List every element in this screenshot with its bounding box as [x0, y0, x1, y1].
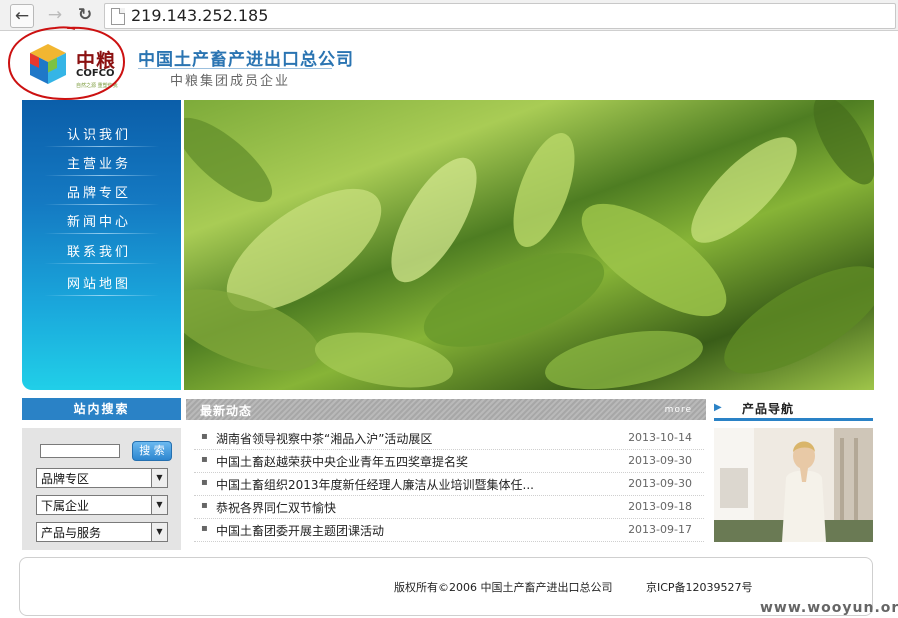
bullet-icon: ▪ — [201, 431, 208, 442]
news-item-date: 2013-09-30 — [628, 477, 692, 490]
menu-item-label: 网站地图 — [67, 277, 132, 292]
subsidiary-select[interactable]: 下属企业 ▼ — [36, 495, 168, 515]
site-search-header: 站内搜索 — [22, 398, 181, 420]
main-menu: 认识我们 主营业务 品牌专区 新闻中心 联系我们 网站地图 — [22, 100, 181, 390]
company-subtitle: 中粮集团成员企业 — [170, 74, 291, 89]
bullet-icon: ▪ — [201, 523, 208, 534]
news-more-link[interactable]: more — [665, 405, 692, 415]
address-bar[interactable]: 219.143.252.185 — [104, 3, 896, 29]
dropdown-arrow-icon[interactable]: ▼ — [151, 496, 167, 514]
watermark: www.wooyun.org — [760, 600, 898, 616]
company-name: 中国土产畜产进出口总公司 — [138, 50, 354, 70]
tea-leaves-banner — [184, 100, 874, 390]
news-item-date: 2013-09-17 — [628, 523, 692, 536]
menu-item-news[interactable]: 新闻中心 — [22, 205, 181, 234]
footer: 版权所有©2006 中国土产畜产进出口总公司 京ICP备12039527号 — [19, 557, 873, 616]
news-item-date: 2013-09-30 — [628, 454, 692, 467]
news-item-title[interactable]: 中国土畜组织2013年度新任经理人廉洁从业培训暨集体任... — [216, 476, 534, 493]
red-annotation-circle — [7, 26, 126, 101]
menu-item-sitemap[interactable]: 网站地图 — [22, 267, 181, 296]
search-input[interactable] — [40, 444, 120, 458]
bullet-icon: ▪ — [201, 454, 208, 465]
news-header: 最新动态 more — [186, 399, 706, 420]
news-item-title[interactable]: 恭祝各界同仁双节愉快 — [216, 499, 336, 516]
bullet-icon: ▪ — [201, 477, 208, 488]
bullet-icon: ▪ — [201, 500, 208, 511]
menu-item-contact[interactable]: 联系我们 — [22, 235, 181, 264]
menu-divider — [44, 295, 159, 296]
copyright-text: 版权所有©2006 中国土产畜产进出口总公司 — [394, 581, 613, 594]
arrow-right-icon: ▶ — [714, 402, 722, 413]
menu-divider — [44, 233, 159, 234]
icp-license[interactable]: 京ICP备12039527号 — [646, 579, 753, 595]
news-item[interactable]: ▪ 湖南省领导视察中茶“湘品入沪”活动展区 2013-10-14 — [194, 427, 704, 450]
menu-item-label: 新闻中心 — [67, 215, 132, 230]
menu-divider — [44, 263, 159, 264]
products-services-select[interactable]: 产品与服务 ▼ — [36, 522, 168, 542]
woman-photo-illustration — [714, 428, 873, 542]
tea-leaf-illustration — [184, 100, 874, 390]
product-photo[interactable] — [714, 428, 873, 542]
news-item[interactable]: ▪ 恭祝各界同仁双节愉快 2013-09-18 — [194, 496, 704, 519]
menu-item-label: 认识我们 — [67, 128, 132, 143]
select-value: 产品与服务 — [41, 526, 102, 540]
menu-item-label: 品牌专区 — [67, 186, 132, 201]
menu-item-label: 联系我们 — [67, 245, 132, 260]
news-item-title[interactable]: 中国土畜团委开展主题团课活动 — [216, 522, 384, 539]
news-item[interactable]: ▪ 中国土畜组织2013年度新任经理人廉洁从业培训暨集体任... 2013-09-3… — [194, 473, 704, 496]
url-text[interactable]: 219.143.252.185 — [131, 6, 268, 25]
brand-zone-select[interactable]: 品牌专区 ▼ — [36, 468, 168, 488]
select-value: 下属企业 — [41, 499, 90, 513]
news-item-date: 2013-10-14 — [628, 431, 692, 444]
news-item[interactable]: ▪ 中国土畜团委开展主题团课活动 2013-09-17 — [194, 519, 704, 542]
menu-item-business[interactable]: 主营业务 — [22, 147, 181, 176]
select-value: 品牌专区 — [41, 472, 90, 486]
dropdown-arrow-icon[interactable]: ▼ — [151, 469, 167, 487]
header-divider — [138, 68, 332, 69]
news-item-date: 2013-09-18 — [628, 500, 692, 513]
news-item-title[interactable]: 中国土畜赵越荣获中央企业青年五四奖章提名奖 — [216, 453, 468, 470]
search-button[interactable]: 搜 索 — [132, 441, 172, 461]
news-item[interactable]: ▪ 中国土畜赵越荣获中央企业青年五四奖章提名奖 2013-09-30 — [194, 450, 704, 473]
menu-item-label: 主营业务 — [67, 157, 132, 172]
news-title: 最新动态 — [200, 404, 253, 418]
site-search-panel: 搜 索 品牌专区 ▼ 下属企业 ▼ 产品与服务 ▼ — [22, 428, 181, 550]
product-nav-underline — [714, 418, 873, 421]
news-item-title[interactable]: 湖南省领导视察中茶“湘品入沪”活动展区 — [216, 430, 432, 447]
menu-item-brands[interactable]: 品牌专区 — [22, 176, 181, 205]
product-nav-title: 产品导航 — [742, 402, 795, 416]
browser-toolbar: ← → ↻ 219.143.252.185 — [0, 0, 898, 31]
dropdown-arrow-icon[interactable]: ▼ — [151, 523, 167, 541]
menu-item-about[interactable]: 认识我们 — [22, 118, 181, 147]
